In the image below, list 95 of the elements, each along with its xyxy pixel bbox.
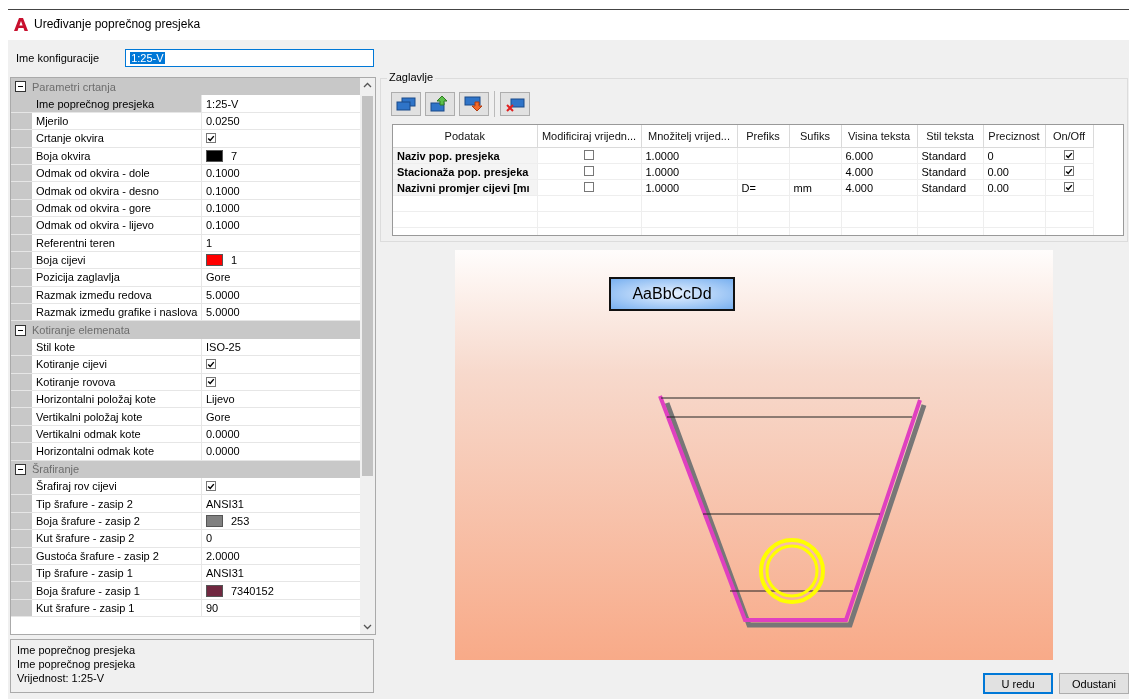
property-label[interactable]: Crtanje okvira [32,130,202,147]
checkbox[interactable] [1064,166,1074,176]
property-value[interactable]: 1 [206,236,213,249]
column-header[interactable]: On/Off [1045,125,1093,148]
property-value[interactable]: 0.1000 [206,201,240,214]
checkbox[interactable] [206,481,216,492]
property-value[interactable]: 0.0000 [206,428,240,440]
property-value[interactable]: 0.0250 [206,114,240,127]
description-title: Ime poprečnog presjeka [17,643,136,657]
ok-button[interactable]: U redu [983,673,1053,694]
delete-button[interactable] [500,92,530,116]
property-value[interactable]: Lijevo [206,393,235,406]
property-value[interactable]: Gore [206,271,231,284]
group-title: Zaglavlje [387,71,436,83]
property-value[interactable]: 1:25-V [206,97,239,110]
table-cell: 4.000 [841,179,917,196]
property-value[interactable]: ANSI31 [206,567,244,580]
table-cell: 0.00 [983,179,1045,196]
property-label[interactable]: Odmak od okvira - lijevo [32,217,202,234]
collapse-icon[interactable] [15,81,26,93]
property-value[interactable]: 0.0000 [206,445,240,458]
cancel-button[interactable]: Odustani [1059,673,1129,694]
property-label[interactable]: Odmak od okvira - desno [32,182,202,199]
table-cell: 6.000 [841,147,917,164]
property-value[interactable]: 1 [231,254,238,267]
column-header[interactable]: Modificiraj vrijedn... [537,125,641,148]
column-header[interactable]: Stil teksta [917,125,983,148]
checkbox[interactable] [584,165,594,176]
checkbox[interactable] [1064,150,1074,160]
column-header[interactable]: Preciznost [983,125,1045,148]
window-title: Uređivanje poprečnog presjeka [34,17,201,31]
column-header[interactable]: Prefiks [737,125,789,148]
table-cell: 0 [983,147,1045,164]
table-cell: 0.00 [983,163,1045,180]
property-label[interactable]: Horizontalni odmak kote [32,443,202,460]
window-delete-icon [505,96,525,112]
app-logo-icon [14,17,28,31]
property-value[interactable]: 90 [206,601,219,614]
property-value[interactable]: 0.1000 [206,219,240,232]
property-value[interactable]: ISO-25 [206,341,241,354]
table-cell: D= [737,179,789,196]
property-value[interactable]: 5.0000 [206,306,240,319]
property-label[interactable]: Pozicija zaglavlja [32,269,202,286]
scroll-down-icon[interactable] [363,624,372,630]
property-value[interactable]: 2.0000 [206,549,240,562]
property-value[interactable]: 5.0000 [206,288,240,301]
checkbox[interactable] [584,181,594,192]
add-button[interactable] [391,92,421,116]
collapse-icon[interactable] [15,324,26,336]
column-header[interactable]: Množitelj vrijed... [641,125,737,148]
property-label[interactable]: Kut šrafure - zasip 2 [32,530,202,547]
column-header[interactable]: Sufiks [789,125,841,148]
table-cell: 1.0000 [641,163,737,180]
property-label[interactable]: Tip šrafure - zasip 2 [32,495,202,512]
collapse-icon[interactable] [15,463,26,475]
table-cell [789,147,841,164]
property-label[interactable]: Boja šrafure - zasip 1 [32,582,202,599]
checkbox[interactable] [1064,182,1074,192]
description-text: Vrijednost: 1:25-V [17,671,106,685]
table-cell: 4.000 [841,163,917,180]
property-value[interactable]: Gore [206,410,231,423]
table-cell: mm [789,179,841,196]
column-header[interactable]: Visina teksta [841,125,917,148]
property-label[interactable]: Vertikalni položaj kote [32,408,202,425]
table-cell: 1.0000 [641,179,737,196]
property-value[interactable]: 7 [231,149,238,162]
property-value[interactable]: 253 [231,514,250,527]
checkbox[interactable] [206,359,216,370]
window-up-arrow-icon [430,96,450,112]
move-down-button[interactable] [459,92,489,116]
property-value[interactable]: 0.1000 [206,167,240,180]
scrollbar[interactable] [360,78,375,634]
property-label[interactable]: Kotiranje cijevi [32,356,202,373]
table-cell: Standard [917,163,983,180]
table-cell: Standard [917,147,983,164]
checkbox[interactable] [584,149,594,160]
checkbox[interactable] [206,133,216,144]
config-name-field[interactable]: 1:25-V [125,49,374,67]
description-text: Ime poprečnog presjeka [17,657,136,671]
window-down-arrow-icon [464,96,484,112]
table-cell: 1.0000 [641,147,737,164]
move-up-button[interactable] [425,92,455,116]
property-value[interactable]: 0.1000 [206,184,240,197]
property-label[interactable]: Horizontalni položaj kote [32,391,202,408]
text-style-sample: AaBbCcDd [609,277,735,311]
table-cell [737,147,789,164]
property-label[interactable]: Razmak između grafike i naslova [32,304,202,321]
property-value[interactable]: ANSI31 [206,497,244,510]
column-header[interactable]: Podatak [393,125,537,148]
stacked-windows-icon [396,97,416,111]
checkbox[interactable] [206,376,216,387]
property-value[interactable]: 0 [206,532,213,545]
scroll-up-icon[interactable] [363,82,372,88]
table-cell: Standard [917,179,983,196]
config-label: Ime konfiguracije [16,52,100,64]
